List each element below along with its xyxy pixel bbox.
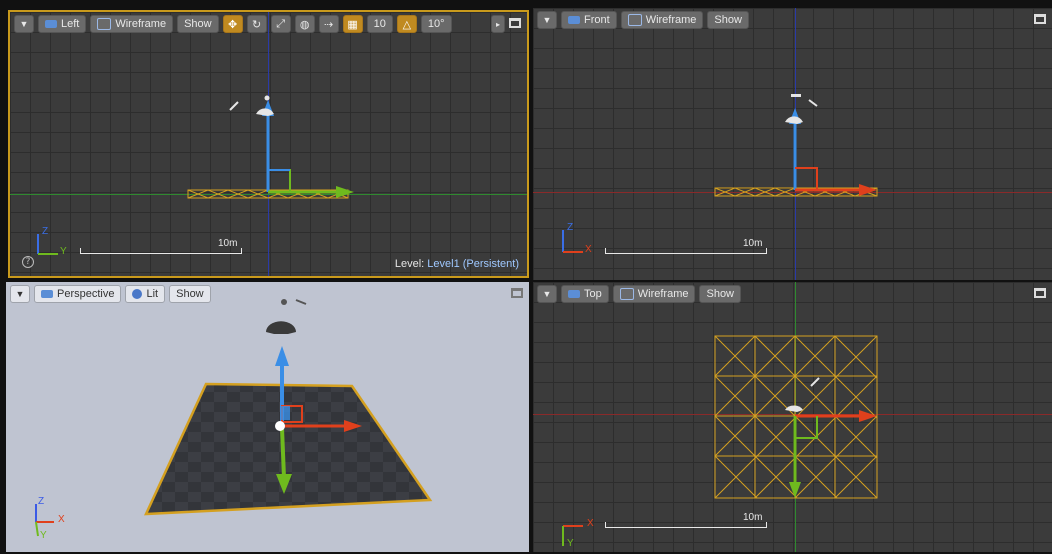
axis-label-y: Y — [60, 246, 67, 257]
viewport-options-button[interactable]: ▼ — [537, 11, 557, 29]
viewport-left-toolbar: ▼ Left Wireframe Show ✥ ↻ ⤢ ◍ ⇢ ▦ 10 △ 1… — [14, 15, 452, 33]
viewport-left-scene — [37, 95, 354, 255]
viewport-options-button[interactable]: ▼ — [10, 285, 30, 303]
sky-sphere-icon — [785, 94, 803, 124]
show-label: Show — [706, 288, 735, 300]
show-label: Show — [176, 288, 204, 300]
globe-icon: ◍ — [299, 18, 310, 31]
directional-light-icon — [810, 377, 820, 387]
show-label: Show — [184, 18, 212, 30]
directional-light-icon — [808, 99, 818, 107]
grid-snap-value-label: 10 — [373, 18, 386, 30]
chevron-down-icon: ▼ — [542, 289, 552, 299]
maximize-icon[interactable] — [1034, 288, 1046, 298]
viewport-layout: ▼ Left Wireframe Show ✥ ↻ ⤢ ◍ ⇢ ▦ 10 △ 1… — [0, 0, 1052, 554]
directional-light-icon — [281, 299, 307, 305]
axis-label-y: Y — [567, 538, 574, 549]
sky-sphere-icon — [256, 95, 274, 116]
viewport-options-button[interactable]: ▼ — [14, 15, 34, 33]
viewport-perspective[interactable]: ▼ Perspective Lit Show Z X Y — [6, 282, 529, 552]
scale-label: 10m — [218, 238, 238, 249]
surface-snap-button[interactable]: ⇢ — [318, 15, 339, 33]
view-mode-label: Wireframe — [115, 18, 167, 30]
view-mode-button[interactable]: Wireframe — [612, 285, 696, 303]
viewport-perspective-scene — [35, 299, 433, 537]
axis-indicator — [37, 234, 58, 255]
rotate-icon: ↻ — [252, 18, 262, 31]
current-level-label: Level: Level1 (Persistent) — [395, 258, 519, 270]
view-type-label: Left — [61, 18, 80, 30]
view-type-label: Top — [584, 288, 602, 300]
scale-mode-button[interactable]: ⤢ — [270, 15, 291, 33]
scale-icon: ⤢ — [276, 17, 286, 30]
axis-label-z: Z — [567, 222, 574, 233]
viewport-perspective-toolbar: ▼ Perspective Lit Show — [10, 285, 211, 303]
viewport-top[interactable]: ▼ Top Wireframe Show X Y 10m — [533, 282, 1052, 552]
rotation-snap-value-label: 10° — [427, 18, 445, 30]
viewport-front[interactable]: ▼ Front Wireframe Show Z X 10m — [533, 8, 1052, 280]
rotate-mode-button[interactable]: ↻ — [246, 15, 267, 33]
view-mode-label: Lit — [146, 288, 159, 300]
axis-label-x: X — [585, 244, 592, 255]
viewport-left[interactable]: ▼ Left Wireframe Show ✥ ↻ ⤢ ◍ ⇢ ▦ 10 △ 1… — [8, 10, 529, 278]
show-button[interactable]: Show — [707, 11, 749, 29]
viewport-front-scene — [562, 94, 878, 253]
coordinate-system-button[interactable]: ◍ — [294, 15, 315, 33]
help-icon[interactable]: ? — [22, 256, 34, 268]
surface-snap-icon: ⇢ — [324, 18, 334, 31]
show-button[interactable]: Show — [177, 15, 219, 33]
directional-light-icon — [229, 101, 239, 111]
view-type-label: Front — [584, 14, 610, 26]
show-button[interactable]: Show — [169, 285, 211, 303]
viewport-front-toolbar: ▼ Front Wireframe Show — [537, 11, 749, 29]
sky-sphere-icon — [266, 321, 296, 334]
grid-snap-toggle[interactable]: ▦ — [342, 15, 363, 33]
view-type-label: Perspective — [57, 288, 115, 300]
rotation-snap-toggle[interactable]: △ — [396, 15, 417, 33]
scale-label: 10m — [743, 238, 763, 249]
view-mode-button[interactable]: Wireframe — [90, 15, 174, 33]
view-mode-button[interactable]: Wireframe — [620, 11, 704, 29]
level-name: Level1 (Persistent) — [427, 258, 519, 270]
chevron-down-icon: ▼ — [15, 289, 25, 299]
viewport-options-button[interactable]: ▼ — [537, 285, 557, 303]
level-prefix: Level: — [394, 258, 425, 270]
grid-snap-icon: ▦ — [347, 18, 358, 31]
grid-snap-value[interactable]: 10 — [366, 15, 393, 33]
rotation-snap-icon: △ — [402, 18, 412, 31]
show-label: Show — [714, 14, 742, 26]
axis-label-z: Z — [42, 226, 49, 237]
translate-mode-button[interactable]: ✥ — [222, 15, 243, 33]
chevron-down-icon: ▼ — [19, 19, 29, 29]
chevron-down-icon: ▼ — [542, 15, 552, 25]
axis-label-y: Y — [40, 530, 47, 541]
rotation-snap-value[interactable]: 10° — [420, 15, 452, 33]
view-mode-label: Wireframe — [637, 288, 689, 300]
axis-label-z: Z — [38, 496, 45, 507]
view-type-button[interactable]: Top — [561, 285, 609, 303]
axis-label-x: X — [587, 518, 594, 529]
maximize-icon[interactable] — [511, 288, 523, 298]
axis-label-x: X — [58, 514, 65, 525]
view-mode-label: Wireframe — [645, 14, 697, 26]
view-type-button[interactable]: Left — [38, 15, 87, 33]
view-mode-button[interactable]: Lit — [125, 285, 166, 303]
scale-label: 10m — [743, 512, 763, 523]
translate-gizmo-icon: ✥ — [228, 18, 238, 31]
maximize-icon[interactable] — [509, 18, 521, 28]
lit-sphere-icon — [132, 289, 143, 299]
viewport-top-toolbar: ▼ Top Wireframe Show — [537, 285, 742, 303]
viewport-top-scene — [562, 335, 878, 546]
view-type-button[interactable]: Front — [561, 11, 617, 29]
translate-gizmo — [262, 100, 354, 198]
plane-mesh — [144, 382, 433, 516]
view-type-button[interactable]: Perspective — [34, 285, 122, 303]
sky-sphere-icon — [785, 405, 803, 412]
maximize-icon[interactable] — [1034, 14, 1046, 24]
axis-indicator — [562, 230, 583, 253]
show-button[interactable]: Show — [699, 285, 742, 303]
